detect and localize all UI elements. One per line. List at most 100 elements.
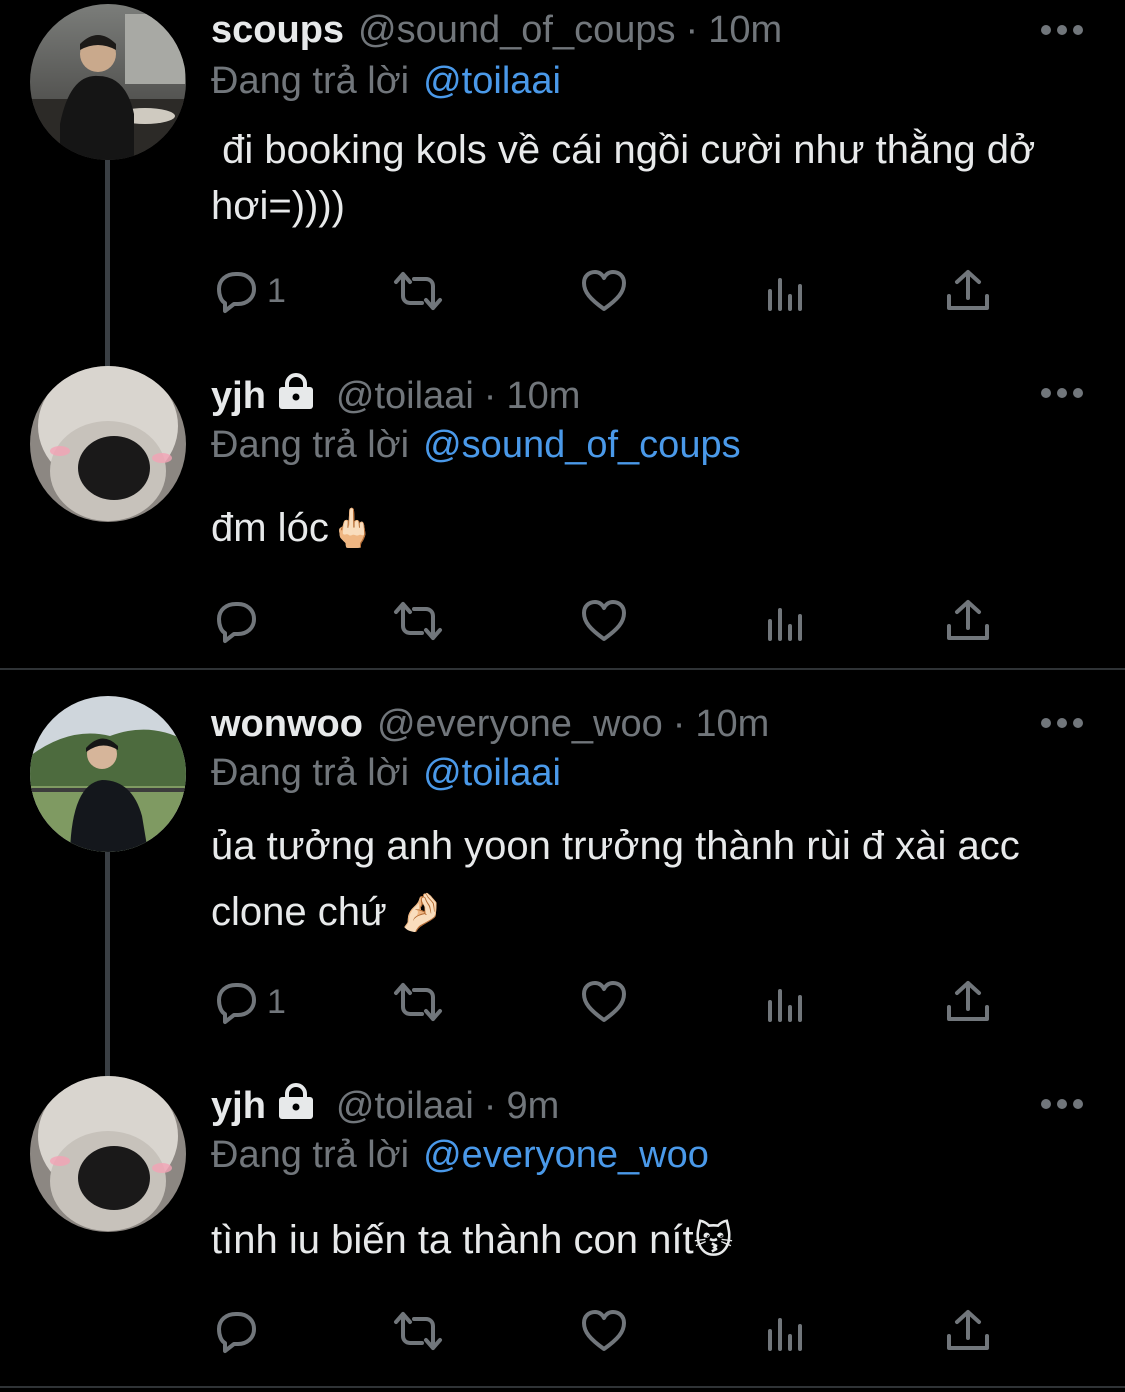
- replying-to: Đang trả lời @toilaai: [211, 60, 561, 103]
- timestamp[interactable]: 10m: [695, 703, 769, 746]
- tweet-text-content: đi booking kols về cái ngồi cười như thằ…: [211, 128, 1047, 228]
- more-dots-icon[interactable]: [1040, 20, 1084, 40]
- timestamp[interactable]: 10m: [708, 9, 782, 52]
- tweet-actions: [211, 596, 1011, 646]
- reply-count: 1: [267, 271, 286, 310]
- separator-dot: ·: [672, 702, 686, 745]
- views-button[interactable]: [761, 596, 811, 646]
- emoji: 🤌🏻: [397, 892, 446, 934]
- reply-count: 1: [267, 982, 286, 1021]
- user-handle[interactable]: @toilaai: [336, 1085, 474, 1128]
- tweet-text: đi booking kols về cái ngồi cười như thằ…: [211, 122, 1091, 234]
- like-button[interactable]: [579, 1306, 629, 1356]
- share-upload-icon: [947, 981, 989, 1021]
- display-name[interactable]: wonwoo: [211, 703, 363, 746]
- tweet-text-content: đm lóc: [211, 506, 329, 550]
- avatar[interactable]: [30, 366, 186, 522]
- mention-link[interactable]: @toilaai: [423, 60, 561, 102]
- like-button[interactable]: [579, 596, 629, 646]
- separator-dot: ·: [483, 374, 497, 417]
- tweet[interactable]: wonwoo @everyone_woo · 10m Đang trả lời @…: [0, 670, 1125, 1050]
- timestamp[interactable]: 9m: [506, 1085, 559, 1128]
- views-button[interactable]: [761, 1306, 811, 1356]
- heart-icon: [582, 1310, 626, 1351]
- share-button[interactable]: [943, 266, 993, 316]
- display-name[interactable]: scoups: [211, 9, 344, 52]
- heart-icon: [582, 600, 626, 641]
- share-upload-icon: [947, 1310, 989, 1350]
- retweet-button[interactable]: [393, 266, 443, 316]
- more-dots-icon[interactable]: [1040, 1094, 1084, 1114]
- tweet-header: wonwoo @everyone_woo · 10m: [211, 700, 769, 748]
- share-upload-icon: [947, 600, 989, 640]
- like-button[interactable]: [579, 977, 629, 1027]
- tweet-header: scoups @sound_of_coups · 10m: [211, 6, 782, 54]
- mention-link[interactable]: @everyone_woo: [423, 1134, 709, 1176]
- share-button[interactable]: [943, 977, 993, 1027]
- heart-icon: [582, 981, 626, 1022]
- tweet[interactable]: yjh @toilaai · 9m Đang trả lời @everyone_…: [0, 1050, 1125, 1392]
- timestamp[interactable]: 10m: [506, 375, 580, 418]
- user-handle[interactable]: @everyone_woo: [377, 703, 663, 746]
- retweet-button[interactable]: [393, 596, 443, 646]
- replying-to: Đang trả lời @toilaai: [211, 752, 561, 795]
- speech-bubble-icon: [217, 602, 256, 643]
- retweet-icon: [394, 602, 442, 640]
- bar-chart-icon: [768, 278, 802, 311]
- user-handle[interactable]: @toilaai: [336, 375, 474, 418]
- retweet-icon: [394, 1312, 442, 1350]
- tweet-text-content: tình iu biến ta thành con nít: [211, 1218, 694, 1262]
- tweet[interactable]: yjh @toilaai · 10m Đang trả lời @sound_of…: [0, 340, 1125, 668]
- tweet-header: yjh @toilaai · 9m: [211, 1082, 559, 1130]
- separator-dot: ·: [483, 1084, 497, 1127]
- more-dots-icon[interactable]: [1040, 713, 1084, 733]
- mention-link[interactable]: @toilaai: [423, 752, 561, 794]
- tweet-text: ủa tưởng anh yoon trưởng thành rùi đ xài…: [211, 813, 1031, 946]
- avatar[interactable]: [30, 4, 186, 160]
- bar-chart-icon: [768, 989, 802, 1022]
- share-upload-icon: [947, 270, 989, 310]
- replying-to-label: Đang trả lời: [211, 1134, 410, 1176]
- bar-chart-icon: [768, 1318, 802, 1351]
- avatar[interactable]: [30, 696, 186, 852]
- heart-icon: [582, 270, 626, 311]
- display-name[interactable]: yjh: [211, 1085, 266, 1128]
- tweet-text-content: ủa tưởng anh yoon trưởng thành rùi đ xài…: [211, 824, 1020, 934]
- lock-icon: [276, 373, 316, 419]
- speech-bubble-icon: [217, 272, 256, 313]
- tweet-text: tình iu biến ta thành con nít😽: [211, 1212, 1091, 1269]
- views-button[interactable]: [761, 977, 811, 1027]
- avatar[interactable]: [30, 1076, 186, 1232]
- emoji: 😽: [693, 1220, 734, 1262]
- separator-dot: ·: [685, 8, 699, 51]
- retweet-icon: [394, 272, 442, 310]
- replying-to: Đang trả lời @everyone_woo: [211, 1134, 709, 1177]
- tweet-actions: 1: [211, 977, 1011, 1027]
- tweet-actions: [211, 1306, 1011, 1356]
- speech-bubble-icon: [217, 983, 256, 1024]
- share-button[interactable]: [943, 1306, 993, 1356]
- speech-bubble-icon: [217, 1312, 256, 1353]
- reply-button[interactable]: 1: [211, 266, 286, 316]
- tweet-actions: 1: [211, 266, 1011, 316]
- emoji: 🖕🏻: [328, 508, 377, 550]
- replying-to-label: Đang trả lời: [211, 424, 410, 466]
- tweet-header: yjh @toilaai · 10m: [211, 372, 580, 420]
- replying-to-label: Đang trả lời: [211, 752, 410, 794]
- bar-chart-icon: [768, 608, 802, 641]
- tweet-text: đm lóc🖕🏻: [211, 500, 1091, 557]
- mention-link[interactable]: @sound_of_coups: [423, 424, 740, 466]
- more-dots-icon[interactable]: [1040, 383, 1084, 403]
- reply-button[interactable]: [211, 1306, 267, 1356]
- reply-button[interactable]: 1: [211, 977, 286, 1027]
- like-button[interactable]: [579, 266, 629, 316]
- retweet-button[interactable]: [393, 977, 443, 1027]
- tweet[interactable]: scoups @sound_of_coups · 10m Đang trả lờ…: [0, 0, 1125, 340]
- retweet-button[interactable]: [393, 1306, 443, 1356]
- user-handle[interactable]: @sound_of_coups: [358, 9, 675, 52]
- replying-to: Đang trả lời @sound_of_coups: [211, 424, 741, 467]
- display-name[interactable]: yjh: [211, 375, 266, 418]
- views-button[interactable]: [761, 266, 811, 316]
- reply-button[interactable]: [211, 596, 267, 646]
- share-button[interactable]: [943, 596, 993, 646]
